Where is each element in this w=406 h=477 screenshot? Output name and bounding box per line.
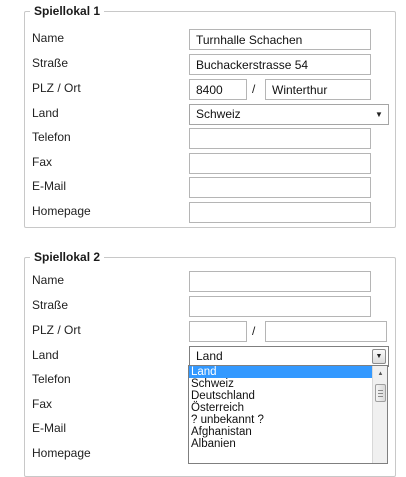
fieldset-spiellokal-1: Spiellokal 1 Name Straße PLZ / Ort / Lan… [24, 5, 397, 228]
dropdown-scrollbar[interactable]: ▲ [372, 366, 387, 463]
name-input[interactable] [189, 29, 371, 50]
name-label: Name [32, 31, 65, 45]
strasse-label: Straße [32, 298, 69, 312]
scroll-up-arrow-icon[interactable]: ▲ [374, 367, 387, 380]
homepage-label: Homepage [32, 446, 91, 460]
telefon-input[interactable] [189, 128, 371, 149]
chevron-down-icon[interactable]: ▼ [372, 107, 386, 122]
fax-input[interactable] [189, 153, 371, 174]
homepage-input[interactable] [189, 202, 371, 223]
land-label: Land [32, 348, 59, 362]
telefon-label: Telefon [32, 372, 71, 386]
land-option[interactable]: ? unbekannt ? [189, 414, 372, 426]
name-label: Name [32, 273, 65, 287]
plz-input[interactable] [189, 321, 247, 342]
land-option[interactable]: Österreich [189, 402, 372, 414]
plz-ort-separator: / [252, 324, 256, 338]
fax-label: Fax [32, 155, 53, 169]
plz-ort-label: PLZ / Ort [32, 323, 81, 337]
telefon-label: Telefon [32, 130, 71, 144]
scrollbar-thumb[interactable] [375, 384, 386, 402]
land-option[interactable]: Schweiz [189, 378, 372, 390]
fax-row: Fax [25, 152, 397, 174]
land-select[interactable]: Land ▼ [189, 346, 389, 367]
land-row: Land Schweiz ▼ [25, 103, 397, 125]
email-input[interactable] [189, 177, 371, 198]
land-option[interactable]: Deutschland [189, 390, 372, 402]
email-label: E-Mail [32, 421, 67, 435]
land-row: Land Land ▼ [25, 345, 397, 367]
homepage-row: Homepage [25, 201, 397, 223]
chevron-down-icon[interactable]: ▼ [372, 349, 386, 364]
ort-input[interactable] [265, 321, 387, 342]
plz-ort-label: PLZ / Ort [32, 81, 81, 95]
plz-ort-row: PLZ / Ort / [25, 320, 397, 342]
name-input[interactable] [189, 271, 371, 292]
section-legend: Spiellokal 1 [30, 5, 105, 17]
plz-input[interactable] [189, 79, 247, 100]
telefon-row: Telefon [25, 127, 397, 149]
strasse-input[interactable] [189, 54, 371, 75]
plz-ort-separator: / [252, 82, 256, 96]
land-option[interactable]: Albanien [189, 438, 372, 450]
strasse-row: Straße [25, 53, 397, 75]
land-option[interactable]: Afghanistan [189, 426, 372, 438]
email-row: E-Mail [25, 176, 397, 198]
strasse-row: Straße [25, 295, 397, 317]
land-options: Land Schweiz Deutschland Österreich ? un… [189, 366, 372, 450]
land-select-value: Schweiz [196, 107, 241, 121]
email-label: E-Mail [32, 179, 67, 193]
plz-ort-row: PLZ / Ort / [25, 78, 397, 100]
section-legend: Spiellokal 2 [30, 251, 105, 263]
strasse-input[interactable] [189, 296, 371, 317]
homepage-label: Homepage [32, 204, 91, 218]
grip-icon [378, 389, 383, 397]
name-row: Name [25, 28, 397, 50]
fax-label: Fax [32, 397, 53, 411]
land-dropdown-list[interactable]: Land Schweiz Deutschland Österreich ? un… [188, 365, 388, 464]
land-option[interactable]: Land [189, 366, 372, 378]
land-label: Land [32, 106, 59, 120]
land-select[interactable]: Schweiz ▼ [189, 104, 389, 125]
land-select-value: Land [196, 349, 223, 363]
ort-input[interactable] [265, 79, 371, 100]
name-row: Name [25, 270, 397, 292]
strasse-label: Straße [32, 56, 69, 70]
